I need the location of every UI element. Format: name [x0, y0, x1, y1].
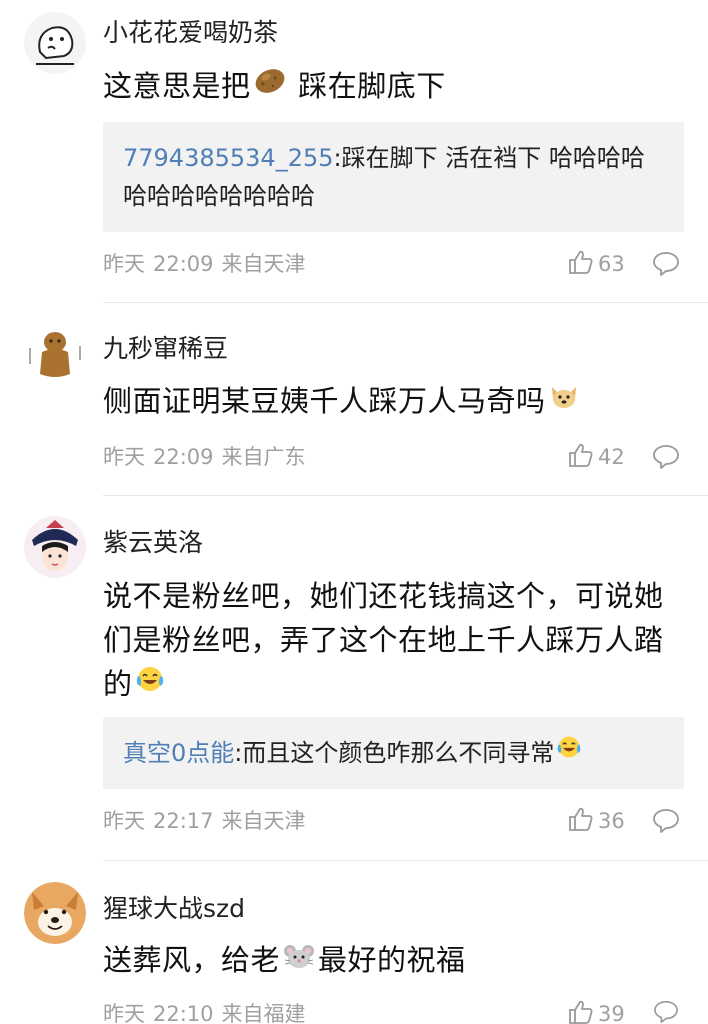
comment-meta: 昨天 22:10 来自福建 — [103, 1001, 306, 1024]
like-count: 36 — [598, 809, 625, 833]
comment-time: 22:10 — [153, 1002, 214, 1024]
comment-text: 送葬风，给老 最好的祝福 — [103, 938, 683, 984]
doge-emoji-icon — [548, 379, 580, 423]
like-button[interactable]: 36 — [568, 806, 625, 836]
comment-bubble-icon — [652, 445, 680, 474]
comment-time: 22:09 — [153, 445, 214, 469]
comment-text-part: 踩在脚底下 — [288, 69, 446, 103]
thumbs-up-icon — [568, 249, 598, 280]
potato-emoji-icon — [253, 64, 287, 108]
reply-box[interactable]: 7794385534_255:踩在脚下 活在裆下 哈哈哈哈哈哈哈哈哈哈哈哈 — [103, 122, 684, 232]
like-button[interactable]: 63 — [568, 249, 625, 279]
comment-time: 22:17 — [153, 809, 214, 833]
comment-time: 22:09 — [153, 252, 214, 276]
comment-text-part: 侧面证明某豆姨千人踩万人马奇吗 — [103, 384, 546, 418]
like-count: 39 — [598, 1002, 625, 1024]
reply-text: :而且这个颜色咋那么不同寻常 — [234, 739, 555, 767]
comment-bubble-icon — [652, 1001, 680, 1024]
username[interactable]: 九秒窜稀豆 — [103, 334, 228, 364]
divider — [103, 495, 708, 496]
comment-location: 来自天津 — [221, 252, 306, 276]
avatar[interactable] — [24, 516, 86, 578]
comment-bubble-icon — [652, 809, 680, 838]
comment-text-part: 说不是粉丝吧，她们还花钱搞这个，可说她们是粉丝吧，弄了这个在地上千人踩万人踏的 — [103, 579, 664, 701]
like-count: 42 — [598, 445, 625, 469]
username[interactable]: 小花花爱喝奶茶 — [103, 18, 278, 48]
comment-location: 来自广东 — [221, 445, 306, 469]
comment-bubble-icon — [652, 252, 680, 281]
avatar[interactable] — [24, 882, 86, 944]
username[interactable]: 紫云英洛 — [103, 528, 203, 558]
comment-text: 这意思是把 踩在脚底下 — [103, 64, 683, 110]
like-button[interactable]: 39 — [568, 999, 625, 1024]
like-button[interactable]: 42 — [568, 442, 625, 472]
comment-list: 小花花爱喝奶茶 这意思是把 踩在脚底下 7794385534_255:踩在脚下 … — [0, 0, 708, 1024]
reply-username[interactable]: 7794385534_255 — [123, 144, 334, 172]
thumbs-up-icon — [568, 442, 598, 473]
comment-text: 说不是粉丝吧，她们还花钱搞这个，可说她们是粉丝吧，弄了这个在地上千人踩万人踏的 — [103, 574, 683, 708]
comment-text-part: 送葬风，给老 — [103, 943, 281, 977]
comment-location: 来自天津 — [221, 809, 306, 833]
avatar[interactable] — [24, 12, 86, 74]
comment-text-part: 这意思是把 — [103, 69, 251, 103]
comment-date: 昨天 — [103, 809, 145, 833]
divider — [103, 860, 708, 861]
reply-button[interactable] — [652, 1000, 680, 1024]
laugh-cry-emoji-icon — [556, 733, 582, 771]
reply-box[interactable]: 真空0点能:而且这个颜色咋那么不同寻常 — [103, 717, 684, 789]
comment-meta: 昨天 22:17 来自天津 — [103, 808, 306, 834]
divider — [103, 302, 708, 303]
comment-meta: 昨天 22:09 来自天津 — [103, 251, 306, 277]
comment-date: 昨天 — [103, 252, 145, 276]
comment-date: 昨天 — [103, 445, 145, 469]
comment-text-part: 最好的祝福 — [318, 943, 466, 977]
reply-username[interactable]: 真空0点能 — [123, 739, 234, 767]
reply-button[interactable] — [652, 444, 680, 470]
comment-text: 侧面证明某豆姨千人踩万人马奇吗 — [103, 379, 683, 425]
thumbs-up-icon — [568, 999, 598, 1024]
comment-date: 昨天 — [103, 1002, 145, 1024]
avatar[interactable] — [24, 322, 86, 384]
like-count: 63 — [598, 252, 625, 276]
reply-button[interactable] — [652, 251, 680, 277]
username[interactable]: 猩球大战szd — [103, 894, 245, 924]
mouse-emoji-icon — [282, 938, 316, 982]
thumbs-up-icon — [568, 806, 598, 837]
laugh-cry-emoji-icon — [135, 662, 165, 706]
comment-meta: 昨天 22:09 来自广东 — [103, 444, 306, 470]
reply-button[interactable] — [652, 808, 680, 834]
comment-location: 来自福建 — [221, 1002, 306, 1024]
